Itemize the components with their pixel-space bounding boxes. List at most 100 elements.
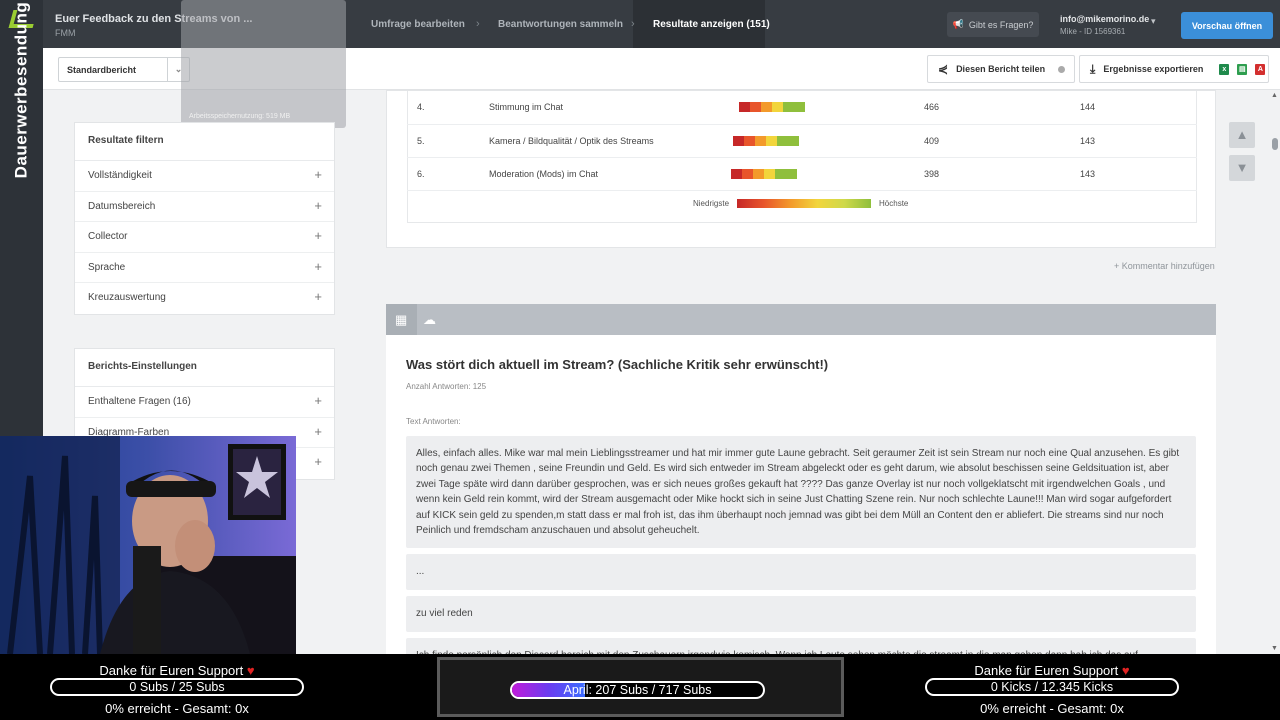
text-answers-label: Text Antworten: xyxy=(406,417,461,426)
share-report-label: Diesen Bericht teilen xyxy=(956,64,1046,74)
heatmap-cell-segment xyxy=(753,168,764,179)
rank-cell: 5. xyxy=(407,124,489,158)
add-comment-link[interactable]: + Kommentar hinzufügen xyxy=(1114,261,1215,271)
heatmap-cell-segment xyxy=(783,102,794,113)
plus-icon: + xyxy=(314,423,322,439)
count-cell: 144 xyxy=(1080,91,1197,125)
heart-icon: ♥ xyxy=(246,663,255,678)
pdf-file-icon[interactable]: A xyxy=(1255,63,1266,75)
heatmap-bar xyxy=(733,135,924,146)
question-card-toolbar: ▦ ☁ xyxy=(386,304,1216,335)
memory-usage-text: Arbeitsspeichernutzung: 519 MB xyxy=(189,113,291,120)
heatmap-cell-segment xyxy=(788,135,799,146)
question-title: Was stört dich aktuell im Stream? (Sachl… xyxy=(406,357,829,372)
scrollbar-thumb[interactable] xyxy=(1272,138,1278,150)
filter-panel: Resultate filtern Vollständigkeit + Datum… xyxy=(74,122,335,315)
user-id: Mike - ID 1569361 xyxy=(1060,27,1126,36)
user-email[interactable]: info@mikemorino.de xyxy=(1060,14,1149,24)
chevron-right-icon: › xyxy=(476,18,480,30)
item-label-cell: Stimmung im Chat xyxy=(489,91,739,125)
preview-button[interactable]: Vorschau öffnen xyxy=(1181,12,1273,39)
questions-button[interactable]: 📢 Gibt es Fragen? xyxy=(947,12,1039,37)
filter-label: Vollständigkeit xyxy=(88,170,152,181)
scroll-down-button[interactable]: ▼ xyxy=(1229,155,1255,181)
plus-icon: + xyxy=(314,258,322,274)
heatmap-cell-segment xyxy=(772,102,783,113)
vertical-scrollbar[interactable]: ▲ ▼ xyxy=(1270,90,1280,654)
download-icon: ⤓ xyxy=(1090,61,1096,76)
heatmap-cell-segment xyxy=(761,102,772,113)
heatmap-cell-segment xyxy=(731,168,742,179)
share-report-button[interactable]: ⋞ Diesen Bericht teilen xyxy=(927,55,1075,83)
ad-disclosure-text: Dauerwerbesendung xyxy=(11,1,31,179)
monthly-subs-progress: April: 207 Subs / 717 Subs xyxy=(510,681,765,699)
cloud-icon[interactable]: ☁ xyxy=(423,312,436,328)
export-results-label: Ergebnisse exportieren xyxy=(1103,64,1204,74)
item-label-cell: Kamera / Bildqualität / Optik des Stream… xyxy=(489,124,739,158)
heatmap-cell-segment xyxy=(786,168,797,179)
export-results-button[interactable]: ⤓ Ergebnisse exportieren x ▤ A xyxy=(1079,55,1269,83)
arrow-down-icon[interactable]: ▼ xyxy=(1271,645,1278,652)
legend-high-label: Höchste xyxy=(879,199,909,208)
arrow-up-icon[interactable]: ▲ xyxy=(1271,92,1278,99)
answer-item: ... xyxy=(406,554,1196,590)
subs-goal-footer: 0% erreicht - Gesamt: 0x xyxy=(105,701,249,716)
stream-goals-bar: Danke für Euren Support ♥ 0 Subs / 25 Su… xyxy=(0,654,1280,720)
kicks-goal-widget: Danke für Euren Support ♥ 0 Kicks / 12.3… xyxy=(902,654,1202,720)
support-thanks-text: Danke für Euren Support ♥ xyxy=(99,663,255,678)
step-view-results[interactable]: Resultate anzeigen (151) xyxy=(653,19,770,30)
memory-usage-overlay: Arbeitsspeichernutzung: 519 MB xyxy=(181,0,346,128)
filter-collector[interactable]: Collector + xyxy=(75,222,334,253)
chevron-down-icon[interactable]: ▾ xyxy=(1151,16,1156,27)
kicks-goal-label: 0 Kicks / 12.345 Kicks xyxy=(990,680,1114,694)
setting-included-questions[interactable]: Enthaltene Fragen (16) + xyxy=(75,387,334,418)
chevron-right-icon: › xyxy=(631,18,635,30)
filter-panel-title: Resultate filtern xyxy=(75,123,334,161)
count-cell: 143 xyxy=(1080,124,1197,158)
report-select[interactable]: Standardbericht ⌄ xyxy=(58,57,190,82)
step-edit-survey[interactable]: Umfrage bearbeiten xyxy=(371,19,465,30)
subs-goal-widget: Danke für Euren Support ♥ 0 Subs / 25 Su… xyxy=(27,654,327,720)
heatmap-cell-segment xyxy=(744,135,755,146)
monthly-subs-widget: April: 207 Subs / 717 Subs xyxy=(437,657,844,717)
kicks-goal-progress: 0 Kicks / 12.345 Kicks xyxy=(925,678,1179,696)
setting-label: Enthaltene Fragen (16) xyxy=(88,396,191,407)
heatmap-cell-segment xyxy=(739,102,750,113)
rank-cell: 6. xyxy=(407,157,489,191)
support-thanks-text: Danke für Euren Support ♥ xyxy=(974,663,1130,678)
step-collect-responses[interactable]: Beantwortungen sammeln xyxy=(498,19,623,30)
subs-goal-progress: 0 Subs / 25 Subs xyxy=(50,678,304,696)
sheets-file-icon[interactable]: ▤ xyxy=(1237,63,1248,75)
answer-item: Alles, einfach alles. Mike war mal mein … xyxy=(406,436,1196,548)
score-cell: 466 xyxy=(924,91,1080,125)
plus-icon: + xyxy=(314,393,322,408)
plus-icon: + xyxy=(314,454,322,469)
heatmap-bar xyxy=(739,102,924,113)
heatmap-legend: Niedrigste Höchste xyxy=(693,199,908,208)
answer-count: Anzahl Antworten: 125 xyxy=(406,382,487,391)
answer-item: zu viel reden xyxy=(406,596,1196,632)
filter-label: Kreuzauswertung xyxy=(88,292,166,303)
filter-cross-analysis[interactable]: Kreuzauswertung + xyxy=(75,283,334,314)
share-icon: ⋞ xyxy=(938,62,949,76)
questions-button-label: Gibt es Fragen? xyxy=(968,19,1034,30)
heatmap-cell-segment xyxy=(764,168,775,179)
ranking-card: 4. Stimmung im Chat 466 144 5. Kamera / Bildq… xyxy=(386,90,1216,248)
excel-file-icon[interactable]: x xyxy=(1219,63,1230,75)
question-card: ▦ ☁ Was stört dich aktuell im Stream? (S… xyxy=(386,304,1216,664)
plus-icon: + xyxy=(314,197,322,213)
kicks-goal-footer: 0% erreicht - Gesamt: 0x xyxy=(980,701,1124,716)
plus-icon: + xyxy=(314,289,322,304)
filter-language[interactable]: Sprache + xyxy=(75,253,334,283)
scroll-up-button[interactable]: ▲ xyxy=(1229,122,1255,148)
filter-date-range[interactable]: Datumsbereich + xyxy=(75,192,334,222)
heatmap-cell xyxy=(739,91,924,125)
ranking-table: 4. Stimmung im Chat 466 144 5. Kamera / Bildq… xyxy=(407,91,1197,191)
monthly-subs-label: April: 207 Subs / 717 Subs xyxy=(563,683,712,697)
heatmap-cell-segment xyxy=(755,135,766,146)
ranking-row: 4. Stimmung im Chat 466 144 xyxy=(407,91,1197,125)
settings-panel-title: Berichts-Einstellungen xyxy=(75,349,334,387)
share-status-dot xyxy=(1058,66,1065,73)
filter-completeness[interactable]: Vollständigkeit + xyxy=(75,161,334,192)
heatmap-cell-segment xyxy=(777,135,788,146)
